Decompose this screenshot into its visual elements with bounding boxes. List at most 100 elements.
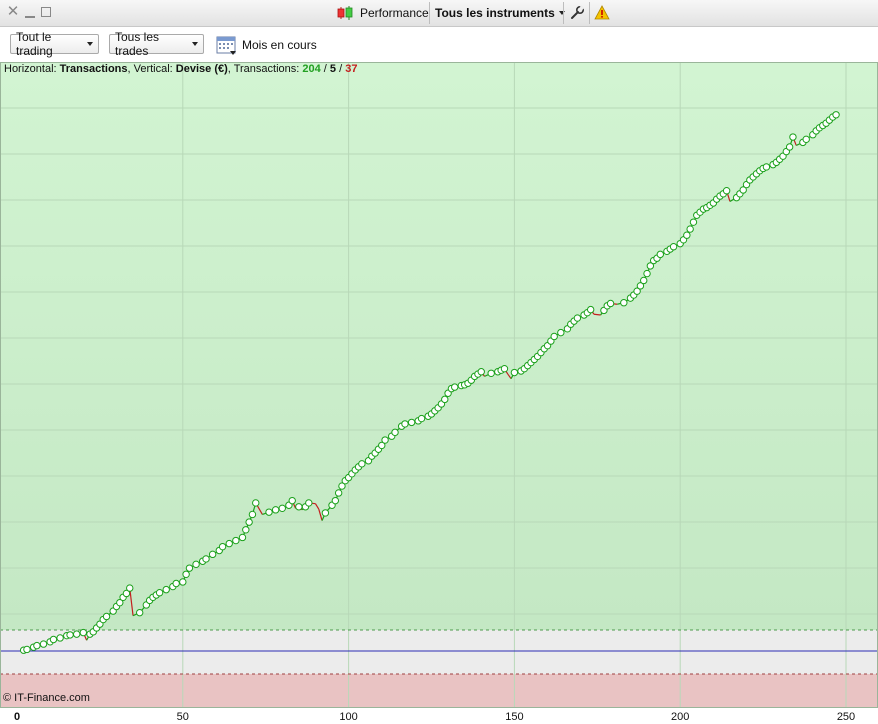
trade-point[interactable] [441, 395, 449, 404]
trade-point[interactable] [66, 631, 74, 639]
trade-point[interactable] [305, 499, 313, 507]
chart-info: Horizontal: Transactions, Vertical: Devi… [4, 62, 357, 76]
trade-point[interactable] [334, 489, 343, 497]
trade-point[interactable] [656, 250, 665, 259]
wins-count: 204 [302, 63, 321, 75]
settings-button[interactable] [569, 2, 585, 24]
performance-label: Performance [360, 6, 429, 20]
x-tick-label: 200 [671, 711, 689, 723]
trade-point[interactable] [102, 612, 111, 621]
trade-point[interactable] [248, 510, 257, 519]
x-tick-label: 50 [177, 711, 189, 723]
trade-point[interactable] [640, 276, 648, 285]
trade-point[interactable] [238, 533, 247, 542]
trade-point[interactable] [487, 369, 495, 377]
trade-point[interactable] [407, 418, 416, 427]
trade-point[interactable] [417, 414, 426, 423]
performance-button[interactable]: Performance [336, 2, 429, 24]
period-selector[interactable]: Mois en cours [216, 33, 317, 57]
trade-point[interactable] [620, 299, 628, 307]
trade-point[interactable] [606, 299, 615, 308]
chevron-down-icon [192, 42, 198, 46]
maximize-icon[interactable] [38, 4, 54, 20]
trade-point[interactable] [202, 555, 210, 563]
trade-point[interactable] [321, 509, 330, 517]
trade-point[interactable] [477, 368, 485, 376]
trade-point[interactable] [245, 518, 253, 526]
trade-point[interactable] [358, 460, 366, 468]
trade-point[interactable] [56, 634, 64, 642]
equity-chart: 0 50 100 150 200 250 [0, 62, 878, 724]
trade-point[interactable] [208, 550, 217, 559]
trade-point[interactable] [722, 187, 731, 195]
trade-point[interactable] [278, 504, 286, 513]
trade-point[interactable] [586, 305, 595, 314]
title-bar: ✕ Performance Tous les instruments [0, 0, 878, 27]
trade-point[interactable] [401, 420, 409, 428]
close-icon[interactable]: ✕ [5, 4, 21, 20]
trade-point[interactable] [643, 269, 651, 278]
trade-point[interactable] [573, 314, 582, 322]
trade-point[interactable] [172, 579, 180, 588]
trade-point[interactable] [331, 496, 340, 505]
divider [589, 2, 590, 24]
trade-point[interactable] [155, 588, 164, 597]
trade-point[interactable] [185, 564, 194, 572]
trade-point[interactable] [242, 526, 250, 534]
trade-point[interactable] [23, 645, 31, 654]
trade-point[interactable] [288, 496, 296, 505]
horizontal-value: Transactions [59, 63, 128, 75]
trade-point[interactable] [162, 585, 170, 594]
trade-point[interactable] [72, 630, 81, 638]
trade-point[interactable] [550, 332, 558, 341]
minimize-icon[interactable] [22, 4, 38, 20]
trade-point[interactable] [79, 628, 88, 637]
trade-point[interactable] [252, 499, 260, 507]
wrench-icon [571, 5, 585, 19]
separator: / [336, 63, 346, 75]
trade-point[interactable] [232, 536, 240, 545]
trade-point[interactable] [271, 506, 280, 514]
trade-point[interactable] [669, 243, 678, 251]
profit-zone [0, 62, 878, 630]
trade-point[interactable] [802, 135, 810, 144]
horizontal-prefix: Horizontal: [4, 63, 60, 75]
trade-point[interactable] [126, 584, 134, 592]
trade-point[interactable] [832, 111, 840, 119]
trade-point[interactable] [218, 542, 227, 551]
trades-filter-select[interactable]: Tous les trades [109, 30, 204, 58]
trade-point[interactable] [683, 231, 691, 239]
trading-filter-select[interactable]: Tout le trading [10, 30, 99, 58]
trades-filter-value: Tous les trades [115, 30, 160, 58]
trade-point[interactable] [762, 163, 771, 171]
trade-point[interactable] [192, 560, 200, 569]
warning-button[interactable] [594, 2, 610, 24]
trade-point[interactable] [689, 218, 698, 226]
trade-point[interactable] [179, 578, 187, 586]
trade-point[interactable] [182, 570, 190, 578]
vertical-value: Devise (€) [175, 63, 228, 75]
trade-point[interactable] [451, 383, 459, 391]
trade-point[interactable] [500, 364, 509, 373]
trade-point[interactable] [381, 436, 389, 444]
warning-icon [594, 5, 610, 20]
trade-point[interactable] [49, 635, 58, 644]
trade-point[interactable] [686, 225, 694, 233]
trade-point[interactable] [789, 133, 797, 141]
instruments-dropdown[interactable]: Tous les instruments [435, 2, 565, 24]
trade-point[interactable] [391, 428, 399, 437]
trade-point[interactable] [557, 328, 565, 337]
trade-point[interactable] [510, 368, 519, 377]
calendar-icon [216, 36, 236, 55]
trade-point[interactable] [33, 641, 41, 650]
divider [563, 2, 564, 24]
x-tick-label: 150 [505, 711, 523, 723]
trade-point[interactable] [785, 143, 794, 151]
loss-zone [0, 674, 878, 708]
trade-point[interactable] [225, 539, 233, 548]
trade-point[interactable] [295, 503, 303, 511]
trade-point[interactable] [135, 608, 144, 617]
trade-point[interactable] [265, 508, 273, 516]
trade-point[interactable] [39, 640, 48, 648]
filter-toolbar: Tout le trading Tous les trades Mois en … [0, 27, 878, 62]
